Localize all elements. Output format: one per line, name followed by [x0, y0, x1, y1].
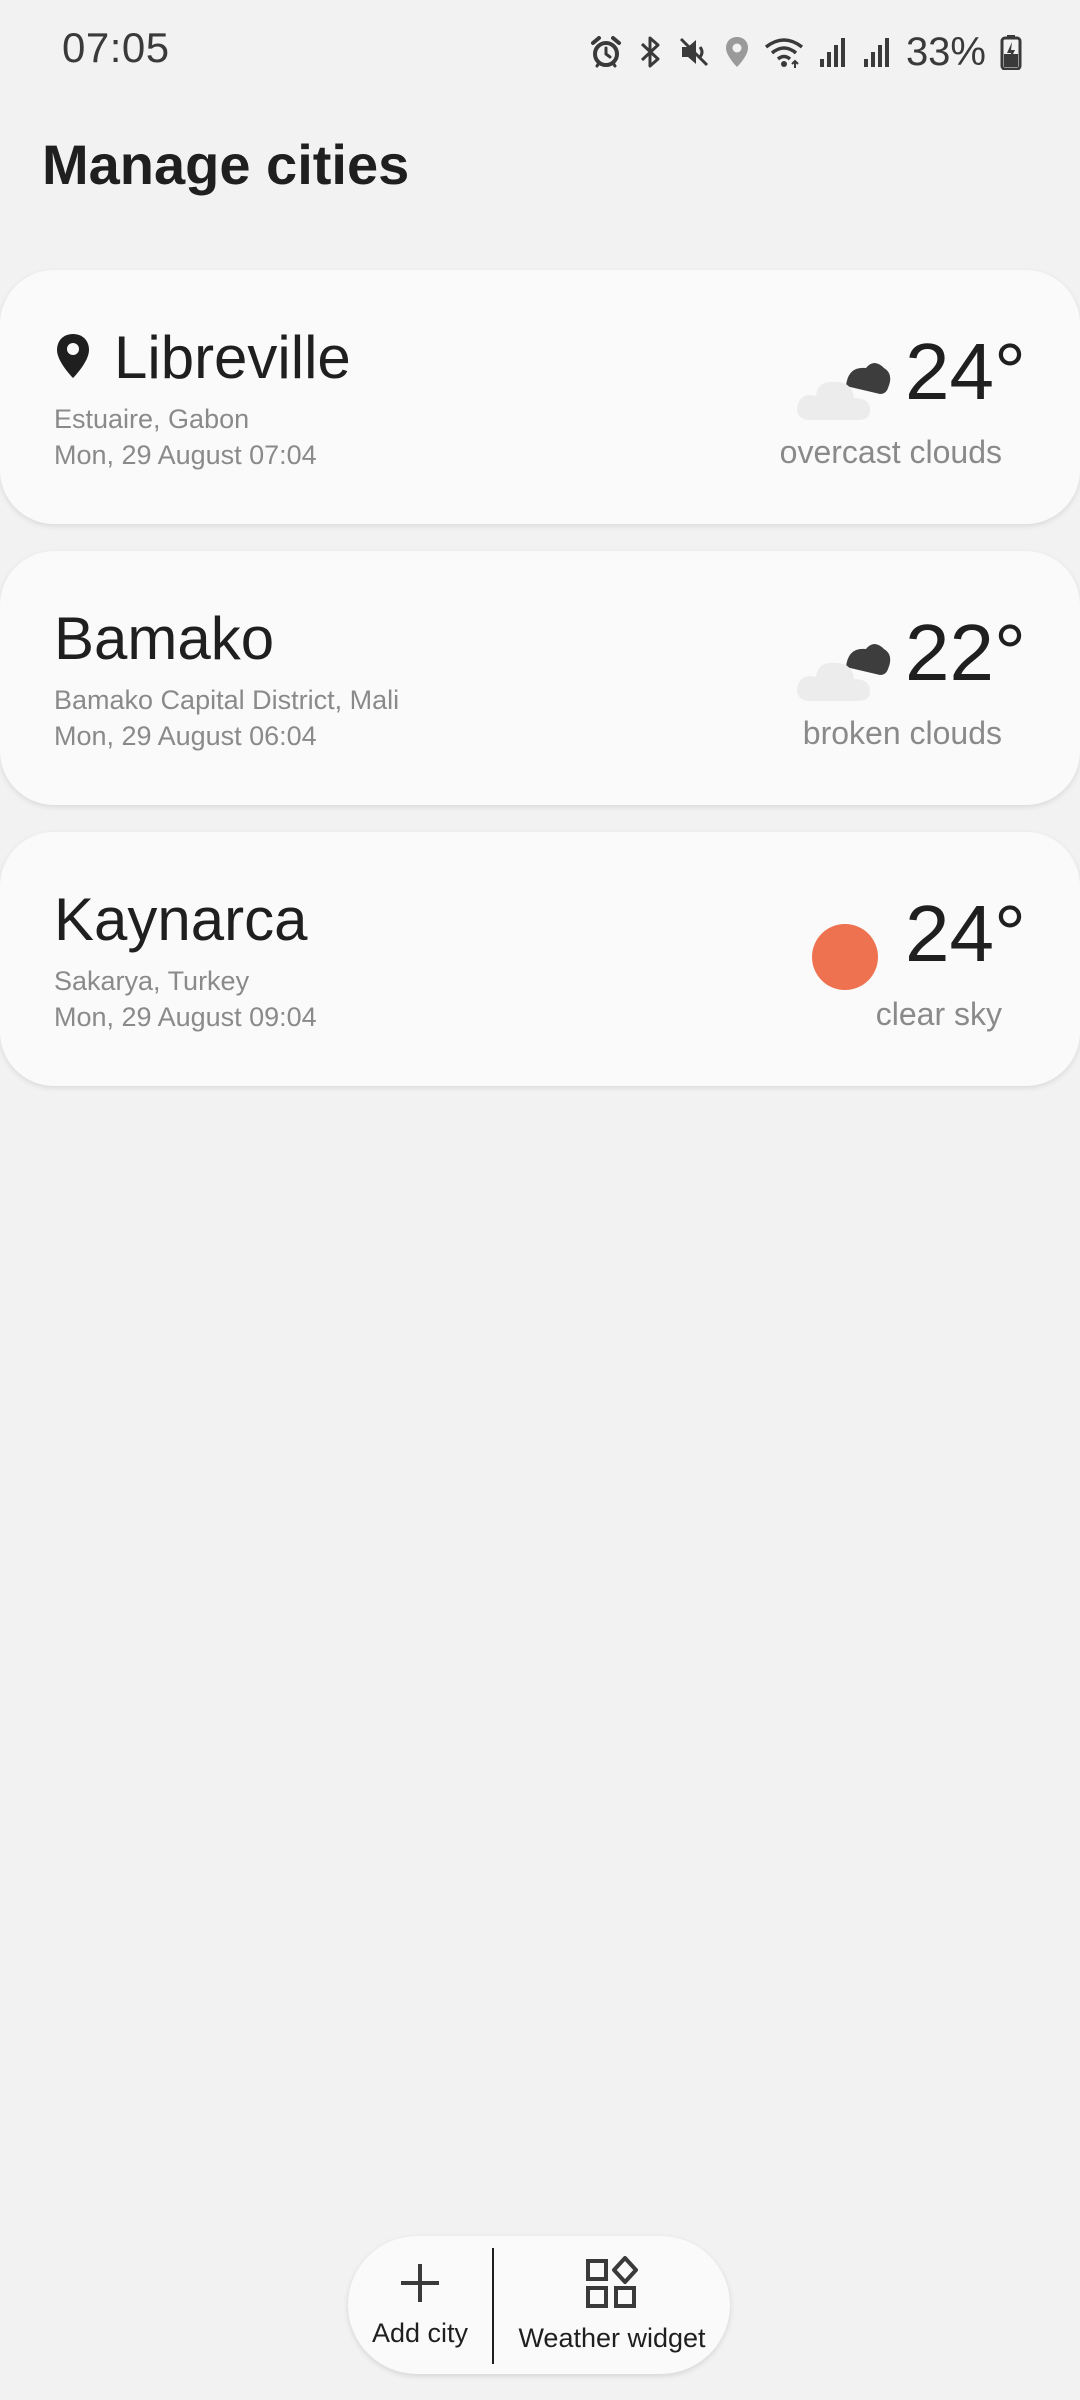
city-card-kaynarca[interactable]: Kaynarca Sakarya, Turkey Mon, 29 August … [0, 832, 1080, 1086]
city-region: Sakarya, Turkey [54, 966, 250, 996]
status-bar: 07:05 33% [0, 0, 1080, 110]
cloudy-icon [794, 354, 894, 429]
page-title: Manage cities [42, 133, 410, 196]
city-datetime: Mon, 29 August 09:04 [54, 1002, 317, 1032]
city-card-bamako[interactable]: Bamako Bamako Capital District, Mali Mon… [0, 551, 1080, 805]
city-name-row: Libreville [54, 328, 351, 388]
battery-charging-icon [1000, 34, 1022, 70]
add-city-label: Add city [371, 2318, 469, 2348]
temperature: 24° [905, 889, 1026, 978]
city-region: Bamako Capital District, Mali [54, 685, 400, 715]
signal-icon [862, 35, 892, 69]
city-card-libreville[interactable]: Libreville Estuaire, Gabon Mon, 29 Augus… [0, 270, 1080, 524]
bluetooth-icon [636, 35, 664, 69]
sun-icon [812, 924, 878, 990]
signal-icon [818, 35, 848, 69]
add-city-button[interactable]: Add city [348, 2236, 492, 2374]
city-name: Bamako [54, 605, 275, 672]
city-name: Kaynarca [54, 886, 308, 953]
city-datetime: Mon, 29 August 07:04 [54, 440, 317, 470]
temperature: 24° [905, 327, 1026, 416]
city-region: Estuaire, Gabon [54, 404, 250, 434]
city-name-row: Kaynarca [54, 890, 307, 950]
status-time: 07:05 [62, 24, 170, 71]
alarm-icon [590, 35, 622, 69]
city-name: Libreville [114, 324, 351, 391]
city-name-row: Bamako [54, 609, 274, 669]
weather-condition: broken clouds [802, 715, 1002, 751]
temperature: 22° [905, 608, 1026, 697]
weather-widget-label: Weather widget [518, 2323, 706, 2353]
mute-icon [678, 35, 710, 69]
location-icon [724, 35, 750, 69]
battery-percentage: 33% [905, 29, 986, 74]
status-icons: 33% [590, 24, 1022, 80]
bottom-action-bar: Add city Weather widget [348, 2236, 730, 2374]
city-datetime: Mon, 29 August 06:04 [54, 721, 317, 751]
plus-icon [398, 2261, 442, 2310]
weather-condition: overcast clouds [779, 434, 1002, 470]
location-pin-icon [54, 332, 92, 385]
widgets-icon [585, 2256, 639, 2315]
weather-widget-button[interactable]: Weather widget [494, 2236, 730, 2374]
cloudy-icon [794, 635, 894, 710]
wifi-icon [764, 35, 804, 69]
weather-condition: clear sky [875, 996, 1002, 1032]
